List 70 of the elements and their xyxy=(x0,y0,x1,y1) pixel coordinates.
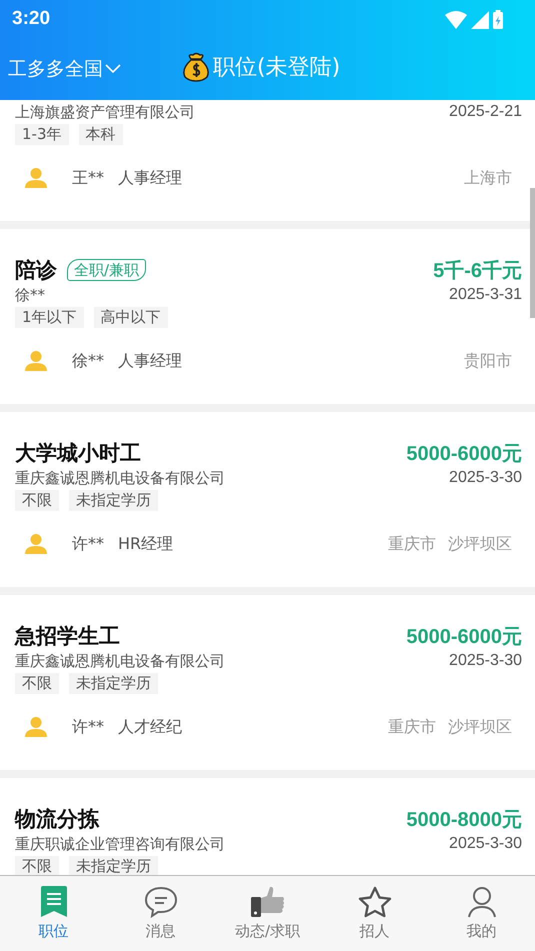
job-card[interactable]: 物流分拣 5000-8000元 重庆职诚企业管理咨询有限公司 2025-3-30 不限 未指定学历 xyxy=(0,778,535,875)
signal-icon xyxy=(471,10,489,28)
contact-role: 人才经纪 xyxy=(118,716,182,738)
company-name: 徐** xyxy=(15,286,45,304)
tab-item[interactable]: 招人 xyxy=(324,876,424,951)
person-icon xyxy=(25,717,47,737)
salary-text: 5000-6000元 xyxy=(406,624,522,650)
company-name: 重庆鑫诚恩腾机电设备有限公司 xyxy=(15,468,225,488)
job-type-tag: 全职/兼职 xyxy=(67,259,146,281)
job-card[interactable]: 陪诊 全职/兼职 5千-6千元 徐** 2025-3-31 1年以下 高中以下 徐** 人事经理 贵阳市 xyxy=(0,229,535,404)
job-title: 物流分拣 xyxy=(15,806,99,833)
requirement-tag: 不限 xyxy=(15,856,59,875)
post-date: 2025-3-31 xyxy=(449,286,522,304)
location-text: 沙坪坝区 xyxy=(448,534,512,554)
requirement-tag: 1-3年 xyxy=(15,124,68,144)
requirement-tag: 未指定学历 xyxy=(69,672,158,694)
status-time: 3:20 xyxy=(12,8,50,30)
requirement-tag: 高中以下 xyxy=(94,306,168,328)
tab-item[interactable]: 我的 xyxy=(432,876,532,951)
salary-text: 5000-8000元 xyxy=(406,808,522,832)
contact-role: HR经理 xyxy=(118,534,174,554)
post-date: 2025-2-21 xyxy=(449,103,522,121)
salary-text: 5千-6千元 xyxy=(433,258,522,284)
company-name: 重庆鑫诚恩腾机电设备有限公司 xyxy=(15,652,225,670)
contact-name: 许** xyxy=(72,534,104,554)
person-icon xyxy=(25,168,47,188)
requirement-tag: 不限 xyxy=(15,672,59,694)
post-date: 2025-3-30 xyxy=(449,469,522,487)
person-icon xyxy=(25,351,47,371)
contact-name: 徐** xyxy=(72,350,104,372)
tab-item[interactable]: 消息 xyxy=(110,876,210,951)
contact-name: 许** xyxy=(72,716,104,738)
post-date: 2025-3-30 xyxy=(449,652,522,670)
contact-role: 人事经理 xyxy=(118,350,182,372)
contact-role: 人事经理 xyxy=(118,168,182,188)
tab-item[interactable]: 职位 xyxy=(4,876,104,951)
region-selector[interactable]: 工多多全国 xyxy=(0,56,121,82)
money-bag-icon xyxy=(181,52,211,82)
job-card[interactable]: 急招学生工 5000-6000元 重庆鑫诚恩腾机电设备有限公司 2025-3-30 不限 未指定学历 许** 人才经纪 重庆市 沙坪坝区 xyxy=(0,595,535,770)
requirement-tag: 不限 xyxy=(15,490,59,510)
contact-name: 王** xyxy=(72,168,104,188)
requirement-tag: 未指定学历 xyxy=(69,490,158,510)
person-outline-icon xyxy=(466,886,496,918)
battery-icon xyxy=(493,10,503,28)
chevron-down-icon xyxy=(105,64,121,74)
company-name: 重庆职诚企业管理咨询有限公司 xyxy=(15,834,225,854)
job-title: 大学城小时工 xyxy=(15,440,141,467)
requirement-tag: 本科 xyxy=(78,124,122,144)
job-title: 急招学生工 xyxy=(15,623,120,650)
job-card[interactable]: 大学城小时工 5000-6000元 重庆鑫诚恩腾机电设备有限公司 2025-3-30 不限 未指定学历 许** HR经理 重庆市 沙坪坝区 xyxy=(0,412,535,587)
location-text: 重庆市 xyxy=(388,534,436,554)
thumbs-up-icon xyxy=(250,886,286,918)
location-text: 重庆市 xyxy=(388,716,436,738)
company-name: 上海旗盛资产管理有限公司 xyxy=(15,102,195,122)
tab-item[interactable]: 动态/求职 xyxy=(218,876,318,951)
location-text: 上海市 xyxy=(464,168,512,188)
job-title: 陪诊 xyxy=(15,257,57,284)
wifi-icon xyxy=(445,10,467,28)
requirement-tag: 未指定学历 xyxy=(69,856,158,875)
star-icon xyxy=(356,886,392,918)
salary-text: 5000-6000元 xyxy=(406,442,522,466)
location-text: 沙坪坝区 xyxy=(448,716,512,738)
location-text: 贵阳市 xyxy=(464,350,512,372)
person-icon xyxy=(25,534,47,554)
page-title: 职位(未登陆) xyxy=(213,54,340,82)
requirement-tag: 1年以下 xyxy=(15,306,84,328)
job-card[interactable]: 上海旗盛资产管理有限公司 2025-2-21 1-3年 本科 王** 人事经理 上海市 xyxy=(0,100,535,221)
chat-bubble-icon xyxy=(144,886,178,918)
post-date: 2025-3-30 xyxy=(449,835,522,853)
bookmark-list-icon xyxy=(38,886,68,918)
